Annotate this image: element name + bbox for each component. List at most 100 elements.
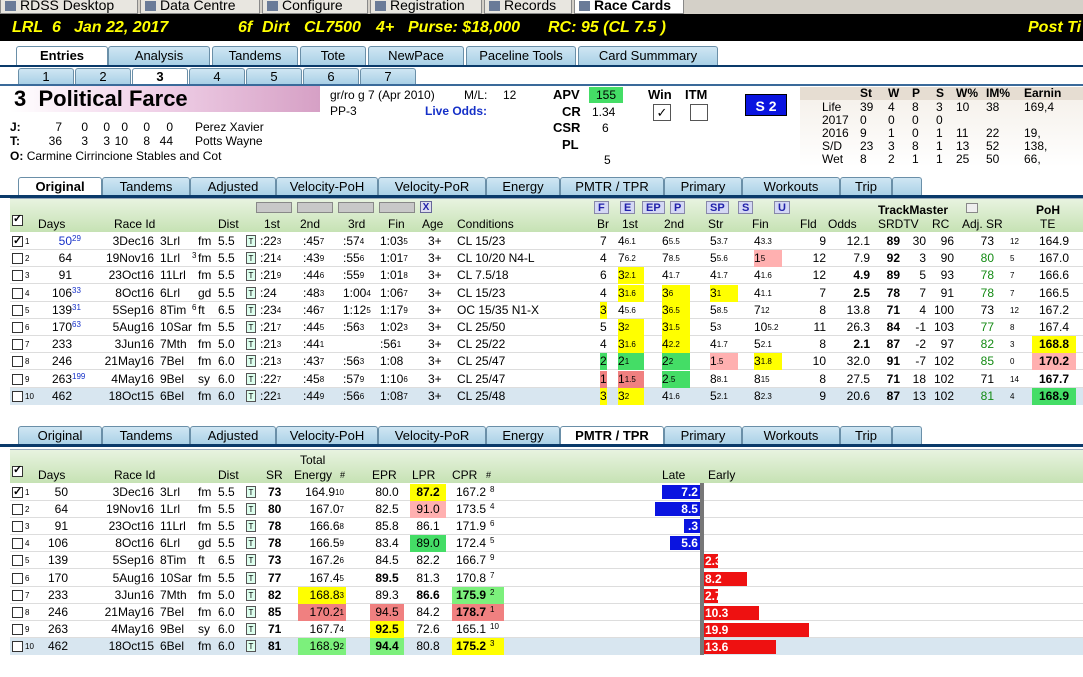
win-checkbox[interactable]: ✓ <box>653 104 671 121</box>
pp-row-checkbox[interactable] <box>12 390 23 402</box>
pp-row[interactable]: 8 246 21May16 7Bel fm 6.0 T:213:437:563 1:08 3+ C… <box>10 353 1083 371</box>
tab-analysis[interactable]: Analysis <box>108 46 210 65</box>
pp-tab-velocity-por[interactable]: Velocity-PoR <box>378 177 486 196</box>
pm-row[interactable]: 6 170 5Aug16 10Sar fm 5.5 T 77 167.45 89.5 81.3 170… <box>10 570 1083 587</box>
pp-tab-velocity-poh[interactable]: Velocity-PoH <box>276 177 378 196</box>
pp-tab-velocity-poh[interactable]: Velocity-PoH <box>276 426 378 445</box>
pm-row-checkbox[interactable] <box>12 504 23 516</box>
app-tab-data-centre[interactable]: Data Centre <box>140 0 260 14</box>
pm-row-checkbox[interactable] <box>12 521 23 533</box>
tab-tandems[interactable]: Tandems <box>212 46 298 65</box>
pm-row-checkbox[interactable] <box>12 606 23 618</box>
tab-newpace[interactable]: NewPace <box>368 46 464 65</box>
col-sort-button[interactable] <box>379 202 415 213</box>
pp-row[interactable]: 4 106 33 8Oct16 6Lrl gd 5.5 T:24:483 1:004 1:067 3… <box>10 284 1083 302</box>
pp-tab-original[interactable]: Original <box>18 426 102 445</box>
pm-row-checkbox[interactable] <box>12 555 23 567</box>
pm-row-checkbox[interactable] <box>12 640 23 652</box>
trainer-name[interactable]: Potts Wayne <box>195 134 263 148</box>
col-sort-button[interactable] <box>256 202 292 213</box>
tm-dropdown-button[interactable] <box>966 203 978 213</box>
horse-tab-6[interactable]: 6 <box>303 68 359 84</box>
horse-tab-5[interactable]: 5 <box>246 68 302 84</box>
pace-button-u[interactable]: U <box>774 201 790 214</box>
pm-row-checkbox[interactable] <box>12 589 23 601</box>
pp-row-checkbox[interactable] <box>12 253 23 265</box>
app-tab-race-cards[interactable]: Race Cards <box>574 0 684 14</box>
tab-entries[interactable]: Entries <box>16 46 108 66</box>
pm-select-all[interactable] <box>12 463 23 477</box>
pp-tab-pmtr-tpr[interactable]: PMTR / TPR <box>560 177 664 196</box>
app-tab-rdss-desktop[interactable]: RDSS Desktop <box>0 0 138 14</box>
pp-row-checkbox[interactable] <box>12 287 23 299</box>
pm-row[interactable]: 10 462 18Oct15 6Bel fm 6.0 T 81 168.92 94.4 80.8 17… <box>10 637 1083 655</box>
pp-row[interactable]: 150293Dec163Lrlfm5.5T:223:457:5741:0353+… <box>10 233 1083 250</box>
pp-tab-original[interactable]: Original <box>18 177 102 197</box>
itm-checkbox[interactable] <box>690 104 708 121</box>
x-button[interactable]: X <box>420 201 432 213</box>
pp-row-checkbox[interactable] <box>12 304 23 316</box>
pm-row[interactable]: 9 263 4May16 9Bel sy 6.0 T 71 167.74 92.5 72.6 165.… <box>10 620 1083 638</box>
horse-tab-7[interactable]: 7 <box>360 68 416 84</box>
pp-tab-energy[interactable]: Energy <box>486 426 560 445</box>
pace-button-ep[interactable]: EP <box>642 201 665 214</box>
pm-row[interactable]: 4 106 8Oct16 6Lrl gd 5.5 T 78 166.59 83.4 89.0 172.… <box>10 535 1083 553</box>
pace-button-p[interactable]: P <box>670 201 686 214</box>
pp-tab-pmtr-tpr[interactable]: PMTR / TPR <box>560 426 664 446</box>
pm-row-checkbox[interactable] <box>12 538 23 550</box>
pm-row[interactable]: 1503Dec163Lrlfm5.5T73164.91080.087.2167.… <box>10 484 1083 501</box>
tab-card-summmary[interactable]: Card Summmary <box>578 46 718 65</box>
pace-button-e[interactable]: E <box>620 201 636 214</box>
pp-tab-primary[interactable]: Primary <box>664 426 742 445</box>
pm-row[interactable]: 7 233 3Jun16 7Mth fm 5.0 T 82 168.83 89.3 86.6 175.… <box>10 586 1083 604</box>
pm-row-checkbox[interactable] <box>12 484 23 501</box>
pp-row[interactable]: 2 64 19Nov16 1Lrl 3 fm 5.5 T:214:439:556 1:017 3+… <box>10 250 1083 268</box>
pp-row-checkbox[interactable] <box>12 339 23 351</box>
pp-tab-primary[interactable]: Primary <box>664 177 742 196</box>
col-sort-button[interactable] <box>338 202 374 213</box>
pp-row-checkbox[interactable] <box>12 322 23 333</box>
pm-row[interactable]: 2 64 19Nov16 1Lrl fm 5.5 T 80 167.07 82.5 91.0 173.… <box>10 501 1083 519</box>
pace-button-sp[interactable]: SP <box>706 201 729 214</box>
pp-row-checkbox[interactable] <box>12 356 23 368</box>
pp-row[interactable]: 7 233 3Jun16 7Mth fm 5.0 T:213:441:561 3+ CL 25/… <box>10 336 1083 354</box>
pp-tab-adjusted[interactable]: Adjusted <box>190 426 276 445</box>
pp-tab-workouts[interactable]: Workouts <box>742 426 840 445</box>
pp-row[interactable]: 9 263 199 4May16 9Bel sy 6.0 T:227:458:579 1:106… <box>10 370 1083 388</box>
pm-row[interactable]: 5 139 5Sep16 8Tim ft 6.5 T 73 167.26 84.5 82.2 166.… <box>10 552 1083 570</box>
app-tab-records[interactable]: Records <box>484 0 572 14</box>
pp-row[interactable]: 6 170 63 5Aug16 10Sar fm 5.5 T:217:445:563 1:023… <box>10 319 1083 336</box>
pp-row-checkbox[interactable] <box>12 233 23 250</box>
jockey-name[interactable]: Perez Xavier <box>195 120 264 134</box>
horse-tab-1[interactable]: 1 <box>18 68 74 84</box>
app-tab-configure[interactable]: Configure <box>262 0 368 14</box>
pp-row[interactable]: 5 139 31 5Sep16 8Tim 6 ft 6.5 T:234:467 1:125 1:17… <box>10 301 1083 319</box>
col-sort-button[interactable] <box>297 202 333 213</box>
pp-tab-tandems[interactable]: Tandems <box>102 177 190 196</box>
pp-row-checkbox[interactable] <box>12 270 23 282</box>
pm-row-checkbox[interactable] <box>12 572 23 584</box>
pp-tab-trip[interactable]: Trip <box>840 177 892 196</box>
pp-tab-velocity-por[interactable]: Velocity-PoR <box>378 426 486 445</box>
tab-tote[interactable]: Tote <box>300 46 366 65</box>
pp-row-checkbox[interactable] <box>12 373 23 385</box>
pm-row[interactable]: 3 91 23Oct16 11Lrl fm 5.5 T 78 166.68 85.8 86.1 171… <box>10 518 1083 536</box>
horse-tab-2[interactable]: 2 <box>75 68 131 84</box>
pp-tab-energy[interactable]: Energy <box>486 177 560 196</box>
pp-select-all[interactable] <box>12 212 23 226</box>
horse-tab-3[interactable]: 3 <box>132 68 188 84</box>
s2-button[interactable]: S 2 <box>745 94 787 116</box>
pp-tab-adjusted[interactable]: Adjusted <box>190 177 276 196</box>
pace-button-f[interactable]: F <box>594 201 609 214</box>
horse-tab-4[interactable]: 4 <box>189 68 245 84</box>
pm-row[interactable]: 8 246 21May16 7Bel fm 6.0 T 85 170.21 94.5 84.2 178… <box>10 603 1083 621</box>
pace-button-s[interactable]: S <box>738 201 754 214</box>
pp-row[interactable]: 3 91 23Oct16 11Lrl fm 5.5 T:219:446:559 1:018 3+… <box>10 267 1083 285</box>
pp-tab-workouts[interactable]: Workouts <box>742 177 840 196</box>
pp-tab-trip[interactable]: Trip <box>840 426 892 445</box>
pp-row[interactable]: 10 462 18Oct15 6Bel fm 6.0 T:221:449:566 1:087 3… <box>10 387 1083 405</box>
pp-tab-tandems[interactable]: Tandems <box>102 426 190 445</box>
tab-paceline-tools[interactable]: Paceline Tools <box>466 46 576 65</box>
pm-row-checkbox[interactable] <box>12 623 23 635</box>
app-tab-registration[interactable]: Registration <box>370 0 482 14</box>
